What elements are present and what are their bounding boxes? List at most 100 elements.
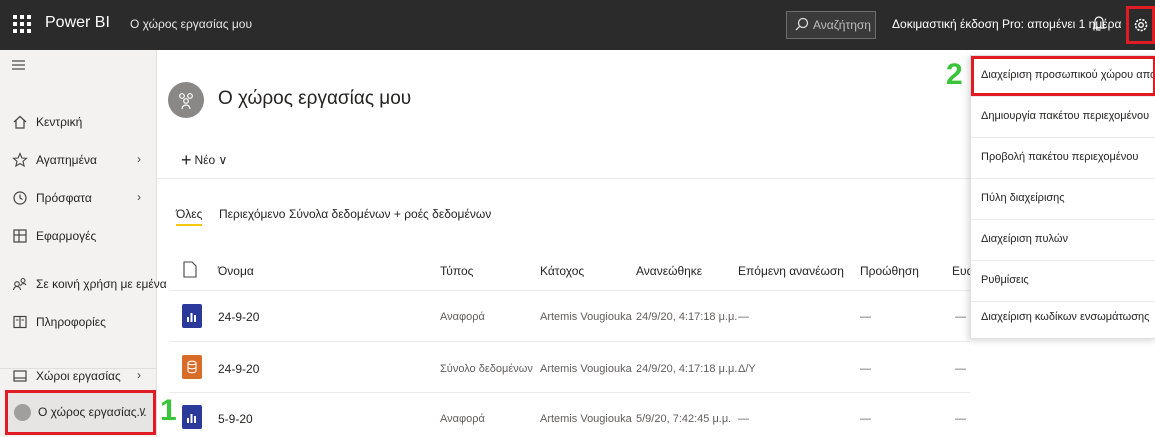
- item-owner: Artemis Vougiouka: [540, 363, 632, 375]
- star-icon: [12, 152, 28, 168]
- column-header-refreshed[interactable]: Ανανεώθηκε: [636, 264, 702, 278]
- sidebar-item-recent[interactable]: Πρόσφατα ›: [0, 180, 156, 216]
- menu-item-create-content-pack[interactable]: Δημιουργία πακέτου περιεχομένου: [971, 97, 1155, 137]
- tab-datasets[interactable]: Σύνολα δεδομένων + ροές δεδομένων: [289, 207, 491, 221]
- settings-menu: Διαχείριση προσωπικού χώρου αποθή... Δημ…: [970, 55, 1155, 339]
- workspaces-icon: [13, 370, 27, 382]
- annotation-number-2: 2: [946, 58, 963, 91]
- chevron-right-icon[interactable]: ›: [137, 190, 141, 204]
- new-button[interactable]: + Νέο ∨: [181, 150, 227, 171]
- column-header-owner[interactable]: Κάτοχος: [540, 264, 584, 278]
- item-endorsement: —: [860, 363, 871, 375]
- sidebar-item-label: Σε κοινή χρήση με εμένα: [36, 277, 167, 291]
- sidebar-item-shared[interactable]: Σε κοινή χρήση με εμένα: [0, 266, 167, 302]
- dataset-icon: [182, 355, 202, 379]
- item-type: Αναφορά: [440, 413, 485, 425]
- chevron-right-icon[interactable]: ›: [137, 368, 141, 382]
- menu-item-label: Δημιουργία πακέτου περιεχομένου: [981, 110, 1150, 122]
- search-icon: [795, 17, 809, 31]
- item-endorsement: —: [860, 413, 871, 425]
- menu-item-settings[interactable]: Ρυθμίσεις: [971, 261, 1155, 301]
- item-next-refresh: —: [738, 311, 749, 323]
- sidebar-item-label: Πρόσφατα: [36, 191, 92, 205]
- item-refreshed: 24/9/20, 4:17:18 μ.μ.: [636, 311, 738, 323]
- page-title: Ο χώρος εργασίας μου: [218, 88, 412, 109]
- menu-item-label: Διαχείριση πυλών: [981, 233, 1068, 245]
- column-header-next-refresh[interactable]: Επόμενη ανανέωση: [738, 264, 844, 278]
- item-type: Αναφορά: [440, 311, 485, 323]
- item-next-refresh: —: [738, 413, 749, 425]
- learn-icon: [13, 315, 27, 329]
- trial-notice[interactable]: Δοκιμαστική έκδοση Pro: απομένει 1 ημέρα: [892, 17, 1121, 31]
- column-header-name[interactable]: Όνομα: [218, 264, 254, 278]
- breadcrumb-workspace[interactable]: Ο χώρος εργασίας μου: [130, 17, 252, 31]
- column-header-endorsement[interactable]: Προώθηση: [860, 264, 919, 278]
- sidebar-item-my-workspace[interactable]: Ο χώρος εργασίας... ∨: [5, 390, 156, 435]
- row-divider: [170, 392, 970, 393]
- column-header-type[interactable]: Τύπος: [440, 264, 473, 278]
- gear-icon: [1134, 18, 1148, 32]
- item-name[interactable]: 24-9-20: [218, 310, 259, 324]
- sidebar-item-home[interactable]: Κεντρική: [0, 104, 156, 140]
- chevron-right-icon[interactable]: ›: [137, 152, 141, 166]
- tab-all[interactable]: Όλες: [176, 207, 202, 221]
- report-icon: [182, 304, 202, 328]
- item-refreshed: 24/9/20, 4:17:18 μ.μ.: [636, 363, 738, 375]
- sidebar-item-apps[interactable]: Εφαρμογές: [0, 218, 156, 254]
- menu-item-manage-personal-storage[interactable]: Διαχείριση προσωπικού χώρου αποθή...: [971, 56, 1155, 96]
- search-box[interactable]: Αναζήτηση: [786, 11, 876, 39]
- settings-button[interactable]: [1126, 6, 1155, 44]
- item-sensitivity: —: [955, 363, 966, 375]
- item-owner: Artemis Vougiouka: [540, 413, 632, 425]
- document-type-icon: [183, 261, 197, 278]
- hamburger-menu-icon[interactable]: [12, 58, 26, 76]
- menu-item-manage-embed-codes[interactable]: Διαχείριση κωδίκων ενσωμάτωσης: [971, 298, 1155, 338]
- item-endorsement: —: [860, 311, 871, 323]
- item-name[interactable]: 24-9-20: [218, 362, 259, 376]
- sidebar-item-label: Εφαρμογές: [36, 229, 97, 243]
- annotation-number-1: 1: [160, 394, 177, 427]
- sidebar-item-workspaces[interactable]: Χώροι εργασίας ›: [0, 358, 156, 394]
- item-name[interactable]: 5-9-20: [218, 412, 253, 426]
- divider: [157, 178, 970, 179]
- sidebar-item-label: Κεντρική: [36, 115, 83, 129]
- sidebar-item-learn[interactable]: Πληροφορίες: [0, 304, 156, 340]
- apps-icon: [13, 229, 27, 243]
- menu-item-label: Προβολή πακέτου περιεχομένου: [981, 151, 1139, 163]
- search-placeholder: Αναζήτηση: [813, 18, 871, 32]
- menu-item-label: Ρυθμίσεις: [981, 274, 1029, 286]
- home-icon: [13, 115, 27, 129]
- sidebar-item-label: Ο χώρος εργασίας...: [38, 405, 147, 419]
- brand-name[interactable]: Power BI: [45, 14, 110, 32]
- menu-item-label: Διαχείριση προσωπικού χώρου αποθή...: [981, 69, 1153, 81]
- app-launcher-icon[interactable]: [12, 14, 32, 34]
- item-refreshed: 5/9/20, 7:42:45 μ.μ.: [636, 413, 732, 425]
- row-divider: [170, 341, 970, 342]
- workspace-icon: [168, 82, 204, 118]
- active-tab-indicator: [176, 224, 202, 226]
- sidebar-item-label: Χώροι εργασίας: [36, 369, 121, 383]
- report-icon: [182, 405, 202, 429]
- clock-icon: [13, 191, 27, 205]
- workspace-avatar: [14, 404, 31, 421]
- item-sensitivity: —: [955, 413, 966, 425]
- tab-content[interactable]: Περιεχόμενο: [219, 207, 285, 221]
- sidebar-item-favorites[interactable]: Αγαπημένα ›: [0, 142, 156, 178]
- sidebar: Κεντρική Αγαπημένα › Πρόσφατα › Εφαρμογέ…: [0, 50, 167, 437]
- menu-item-admin-portal[interactable]: Πύλη διαχείρισης: [971, 179, 1155, 219]
- menu-item-view-content-pack[interactable]: Προβολή πακέτου περιεχομένου: [971, 138, 1155, 178]
- top-bar: Power BI Ο χώρος εργασίας μου Αναζήτηση …: [0, 0, 1155, 50]
- menu-item-label: Διαχείριση κωδίκων ενσωμάτωσης: [981, 311, 1150, 323]
- new-button-label: Νέο ∨: [194, 153, 228, 167]
- item-next-refresh: Δ/Υ: [738, 363, 756, 375]
- chevron-down-icon[interactable]: ∨: [138, 404, 147, 418]
- shared-icon: [12, 277, 27, 291]
- notifications-icon[interactable]: [1092, 14, 1106, 37]
- menu-item-manage-gateways[interactable]: Διαχείριση πυλών: [971, 220, 1155, 260]
- row-divider: [170, 290, 970, 291]
- menu-item-label: Πύλη διαχείρισης: [981, 192, 1065, 204]
- sidebar-item-label: Πληροφορίες: [36, 315, 106, 329]
- item-owner: Artemis Vougiouka: [540, 311, 632, 323]
- item-type: Σύνολο δεδομένων: [440, 363, 533, 375]
- sidebar-item-label: Αγαπημένα: [36, 153, 97, 167]
